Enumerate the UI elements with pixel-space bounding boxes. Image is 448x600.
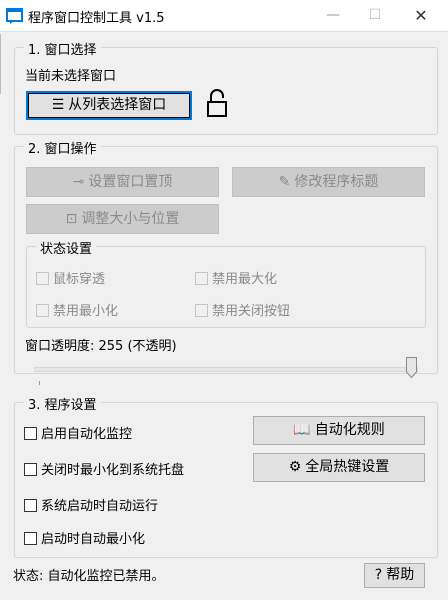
checkbox-box (195, 272, 208, 285)
book-icon: 📖 (293, 422, 311, 438)
resize-position-label: 调整大小与位置 (81, 211, 180, 227)
opacity-label: 窗口透明度: 255 (不透明) (25, 339, 177, 354)
checkbox-box (36, 304, 49, 317)
checkbox-box (24, 532, 37, 545)
disable-minimize-checkbox[interactable]: 禁用最小化 (36, 300, 118, 319)
resize-icon: ⊡ (65, 211, 78, 227)
set-topmost-button[interactable]: ⊸ 设置窗口置顶 (26, 167, 219, 197)
title-bar[interactable]: 程序窗口控制工具 v1.5 — ☐ ✕ (0, 0, 448, 32)
selected-window-status: 当前未选择窗口 (25, 69, 117, 84)
checkbox-box (195, 304, 208, 317)
enable-monitor-checkbox[interactable]: 启用自动化监控 (24, 423, 132, 442)
opacity-slider-thumb[interactable] (406, 357, 417, 378)
checkbox-box (24, 499, 37, 512)
maximize-button[interactable]: ☐ (352, 0, 398, 31)
mouse-through-label: 鼠标穿透 (53, 272, 106, 287)
mouse-through-checkbox[interactable]: 鼠标穿透 (36, 268, 105, 287)
rename-title-button[interactable]: ✎ 修改程序标题 (232, 167, 425, 197)
start-minimized-checkbox[interactable]: 启动时自动最小化 (24, 528, 145, 547)
gear-icon: ⚙ (288, 459, 302, 475)
start-minimized-label: 启动时自动最小化 (41, 532, 146, 547)
list-icon: ☰ (51, 97, 65, 113)
disable-close-checkbox[interactable]: 禁用关闭按钮 (195, 300, 290, 319)
window-selection-legend: 1. 窗口选择 (24, 39, 101, 58)
autostart-checkbox[interactable]: 系统启动时自动运行 (24, 495, 158, 514)
checkbox-box (36, 272, 49, 285)
pin-icon: ⊸ (72, 174, 85, 190)
disable-maximize-checkbox[interactable]: 禁用最大化 (195, 268, 277, 287)
pencil-icon: ✎ (278, 174, 291, 190)
window-operations-legend: 2. 窗口操作 (24, 138, 101, 157)
disable-close-label: 禁用关闭按钮 (212, 304, 291, 319)
background-window-edge (0, 34, 5, 94)
checkbox-box (24, 427, 37, 440)
resize-position-button[interactable]: ⊡ 调整大小与位置 (26, 204, 219, 234)
status-text: 状态: 自动化监控已禁用。 (13, 569, 165, 584)
disable-minimize-label: 禁用最小化 (53, 304, 119, 319)
rename-title-label: 修改程序标题 (294, 174, 379, 190)
opacity-slider-track[interactable] (34, 367, 418, 372)
global-hotkey-button[interactable]: ⚙ 全局热键设置 (253, 453, 425, 482)
disable-maximize-label: 禁用最大化 (212, 272, 278, 287)
global-hotkey-label: 全局热键设置 (305, 459, 390, 475)
help-button[interactable]: ? 帮助 (364, 563, 425, 588)
minimize-to-tray-label: 关闭时最小化到系统托盘 (41, 463, 185, 478)
set-topmost-label: 设置窗口置顶 (88, 174, 173, 190)
autostart-label: 系统启动时自动运行 (41, 499, 159, 514)
help-icon: ? (374, 567, 383, 583)
enable-monitor-label: 启用自动化监控 (41, 427, 133, 442)
minimize-button[interactable]: — (310, 0, 356, 31)
program-settings-legend: 3. 程序设置 (24, 394, 101, 413)
close-button[interactable]: ✕ (398, 0, 444, 31)
unlocked-padlock-icon[interactable] (206, 88, 228, 118)
minimize-to-tray-checkbox[interactable]: 关闭时最小化到系统托盘 (24, 459, 184, 478)
automation-rules-label: 自动化规则 (314, 422, 385, 438)
state-settings-legend: 状态设置 (36, 238, 97, 257)
select-window-from-list-label: 从列表选择窗口 (68, 97, 167, 113)
slider-tick (39, 381, 40, 385)
select-window-from-list-button[interactable]: ☰ 从列表选择窗口 (26, 91, 192, 120)
help-label: 帮助 (386, 567, 415, 583)
checkbox-box (24, 463, 37, 476)
app-icon (6, 8, 23, 24)
automation-rules-button[interactable]: 📖 自动化规则 (253, 416, 425, 445)
window-title: 程序窗口控制工具 v1.5 (28, 11, 165, 26)
